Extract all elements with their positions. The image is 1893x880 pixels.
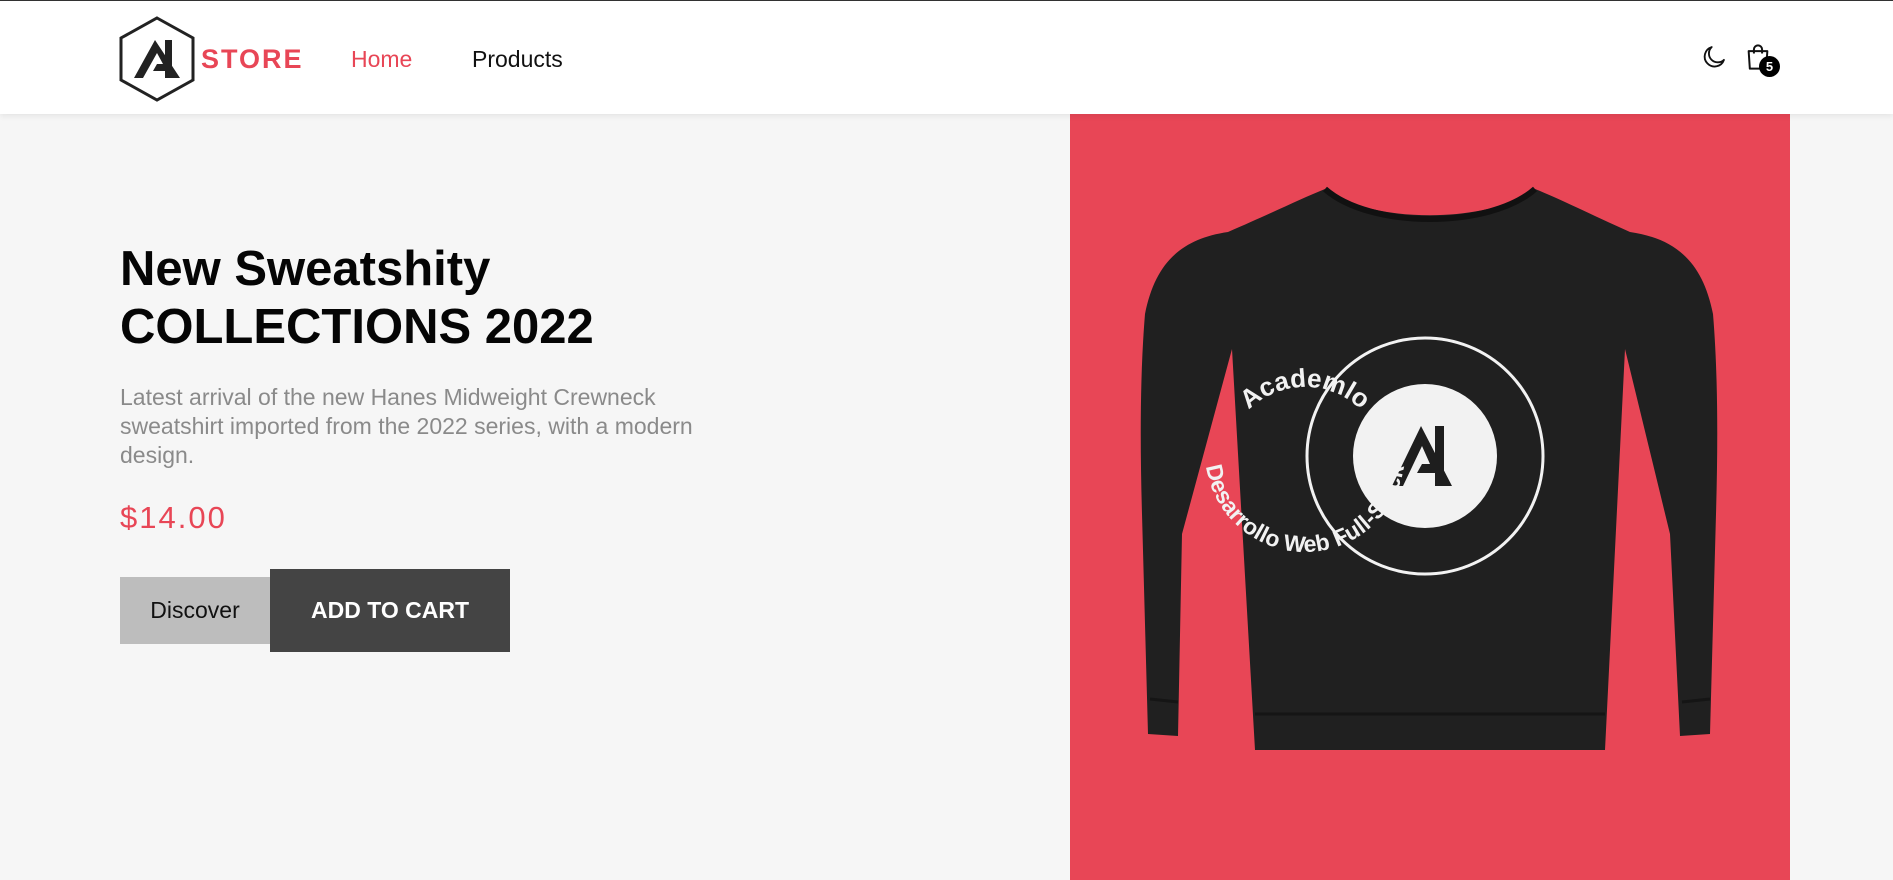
moon-icon[interactable] [1700, 43, 1728, 71]
add-to-cart-button[interactable]: ADD TO CART [270, 569, 510, 652]
hero-title-line-1: New Sweatshity [120, 242, 491, 296]
sweatshirt-image: Academlo Desarrollo Web Full-Stack [1140, 186, 1718, 750]
brand-name[interactable]: STORE [201, 44, 304, 75]
store-logo[interactable] [118, 16, 196, 102]
cart-count-badge: 5 [1759, 56, 1780, 77]
product-price: $14.00 [120, 500, 227, 535]
hero-title: New Sweatshity COLLECTIONS 2022 [120, 240, 920, 356]
discover-button[interactable]: Discover [120, 577, 270, 644]
hero-description: Latest arrival of the new Hanes Midweigh… [120, 384, 693, 468]
product-image-panel: Academlo Desarrollo Web Full-Stack [1070, 114, 1790, 880]
hero-title-line-2: COLLECTIONS 2022 [120, 300, 594, 354]
site-header: STORE Home Products 5 [0, 1, 1893, 114]
nav-products-link[interactable]: Products [472, 46, 563, 73]
nav-home-link[interactable]: Home [351, 46, 412, 73]
